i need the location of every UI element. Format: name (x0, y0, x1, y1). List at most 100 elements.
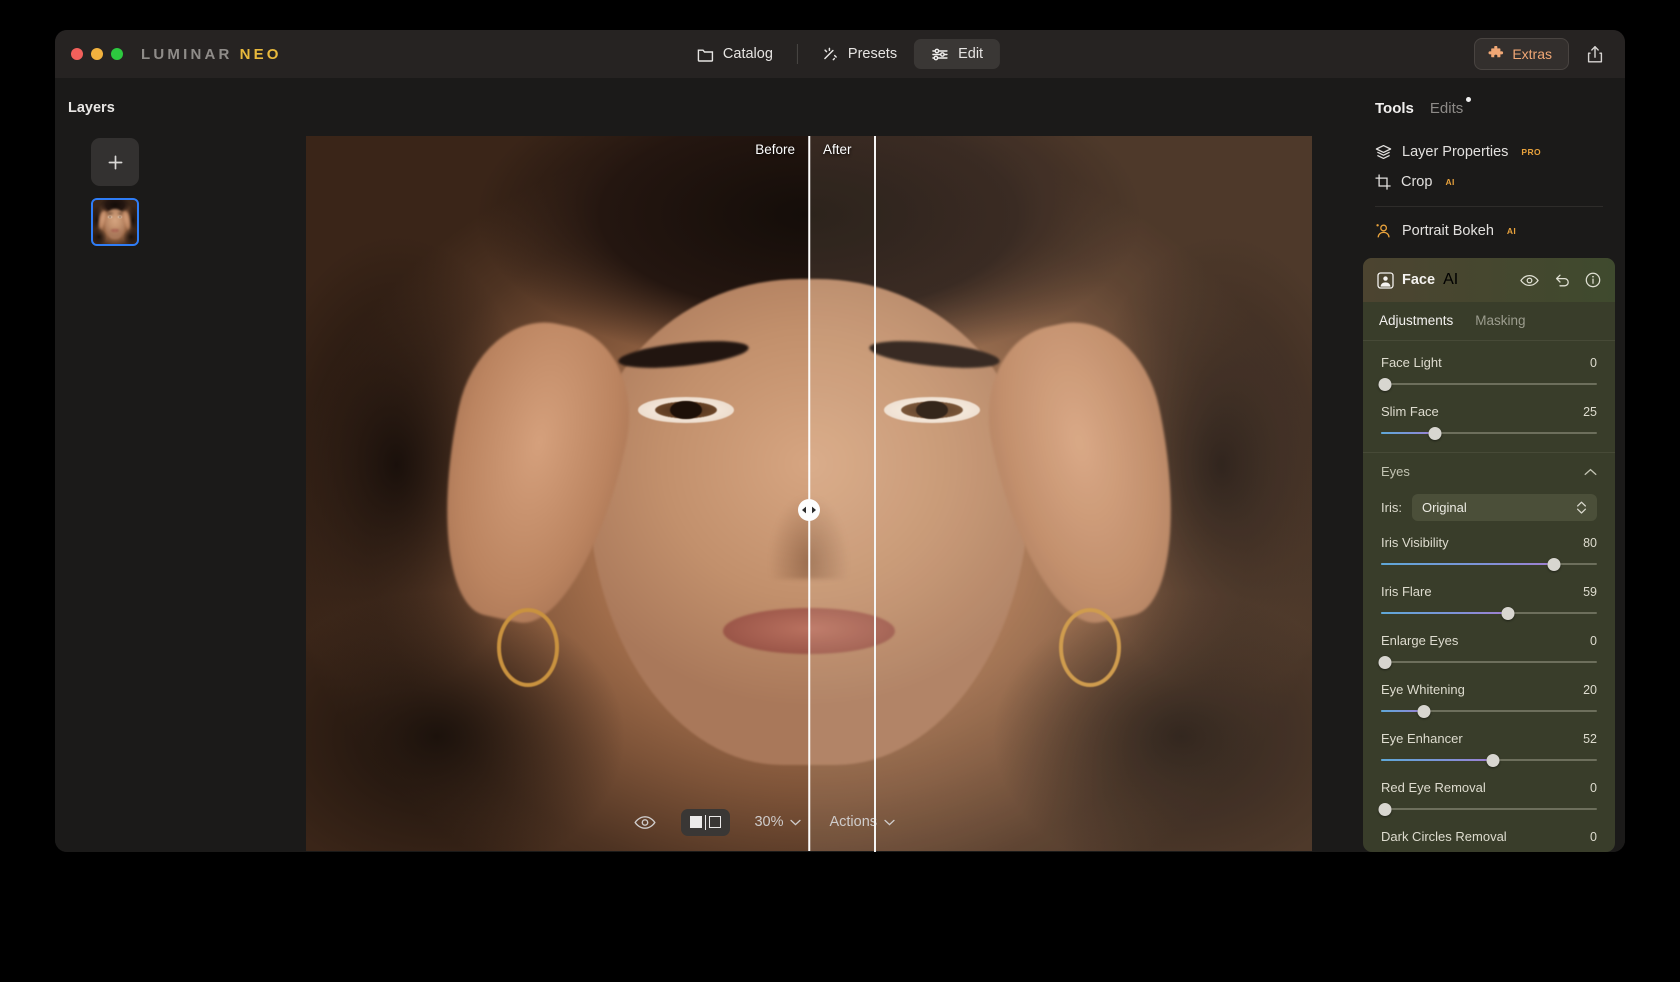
slider-iris-visibility-label: Iris Visibility (1381, 535, 1449, 550)
slider-enlarge-eyes-value: 0 (1590, 634, 1597, 648)
reset-undo-icon[interactable] (1554, 273, 1570, 287)
chevron-up-icon (1584, 468, 1597, 476)
eyes-sliders: Iris Visibility 80 Iris Flare 59 (1363, 535, 1615, 852)
section-header-eyes[interactable]: Eyes (1363, 452, 1615, 490)
slider-eye-enhancer-label: Eye Enhancer (1381, 731, 1463, 746)
app-logo: LUMINAR NEO (141, 46, 282, 63)
slider-iris-flare-value: 59 (1583, 585, 1597, 599)
slider-iris-visibility-track[interactable] (1381, 557, 1597, 571)
edits-notification-dot (1466, 97, 1471, 102)
window-controls (71, 48, 123, 60)
close-button[interactable] (71, 48, 83, 60)
minimize-button[interactable] (91, 48, 103, 60)
folder-icon (697, 47, 714, 62)
slider-slim-face-label: Slim Face (1381, 404, 1439, 419)
slider-eye-enhancer: Eye Enhancer 52 (1381, 731, 1597, 767)
face-tool-header[interactable]: Face AI (1363, 258, 1615, 302)
slider-iris-flare-track[interactable] (1381, 606, 1597, 620)
iris-select[interactable]: Original (1412, 494, 1597, 521)
tools-divider (1375, 206, 1603, 207)
compare-mode-button[interactable] (681, 809, 731, 836)
slider-enlarge-eyes: Enlarge Eyes 0 (1381, 633, 1597, 669)
tool-layer-properties-badge: PRO (1521, 147, 1541, 157)
canvas-area: Before After (175, 78, 1353, 852)
face-subtabs: Adjustments Masking (1363, 302, 1615, 341)
tool-crop-badge: AI (1445, 177, 1454, 187)
iris-select-value: Original (1422, 500, 1467, 515)
add-layer-button[interactable] (91, 138, 139, 186)
photo-after-half (809, 136, 1312, 851)
layer-thumbnail-portrait[interactable] (91, 198, 139, 246)
eye-icon (634, 815, 656, 830)
photo-before-half (306, 136, 809, 851)
section-eyes-title: Eyes (1381, 464, 1410, 479)
tool-layer-properties[interactable]: Layer Properties PRO (1353, 137, 1625, 167)
titlebar-right-actions: Extras (1474, 38, 1607, 70)
tab-presets[interactable]: Presets (805, 39, 914, 69)
face-adjustments-scroll: Face Light 0 Slim Face (1363, 341, 1615, 852)
slider-eye-whitening-label: Eye Whitening (1381, 682, 1465, 697)
compare-divider (808, 136, 810, 851)
face-tool-title: Face (1402, 272, 1435, 288)
face-top-sliders: Face Light 0 Slim Face (1363, 341, 1615, 452)
actions-dropdown[interactable]: Actions (825, 809, 899, 835)
slider-red-eye-removal-value: 0 (1590, 781, 1597, 795)
tool-layer-properties-label: Layer Properties (1402, 144, 1508, 160)
bottom-toolbar: 30% Actions (175, 792, 1353, 852)
zoom-level-value: 30% (754, 814, 783, 830)
tools-panel: Tools Edits Layer Properties PRO (1353, 78, 1625, 852)
photo-preview[interactable]: Before After (306, 136, 1312, 851)
puzzle-piece-icon (1488, 46, 1504, 62)
subtab-masking[interactable]: Masking (1475, 313, 1525, 328)
extras-button[interactable]: Extras (1474, 38, 1569, 70)
zoom-level-dropdown[interactable]: 30% (750, 809, 805, 835)
iris-selector-row: Iris: Original (1363, 490, 1615, 535)
subtab-adjustments[interactable]: Adjustments (1379, 313, 1453, 328)
slider-red-eye-removal: Red Eye Removal 0 (1381, 780, 1597, 816)
slider-iris-flare-label: Iris Flare (1381, 584, 1432, 599)
tab-catalog-label: Catalog (723, 46, 773, 62)
face-portrait-icon (1377, 272, 1394, 289)
tab-edit[interactable]: Edit (914, 39, 1000, 69)
tab-tools[interactable]: Tools (1375, 100, 1414, 117)
slider-red-eye-removal-label: Red Eye Removal (1381, 780, 1486, 795)
slider-slim-face-track[interactable] (1381, 426, 1597, 440)
slider-dark-circles-removal-value: 0 (1590, 830, 1597, 844)
tab-edits-label: Edits (1430, 100, 1463, 117)
share-button[interactable] (1583, 42, 1607, 67)
info-icon[interactable] (1585, 272, 1601, 288)
slider-slim-face: Slim Face 25 (1381, 404, 1597, 440)
tool-crop[interactable]: Crop AI (1353, 167, 1625, 197)
slider-dark-circles-removal-track[interactable] (1381, 851, 1597, 852)
tool-portrait-bokeh-label: Portrait Bokeh (1402, 223, 1494, 239)
slider-face-light: Face Light 0 (1381, 355, 1597, 391)
eye-icon[interactable] (1520, 274, 1539, 287)
slider-dark-circles-removal: Dark Circles Removal 0 (1381, 829, 1597, 852)
main-navigation-tabs: Catalog Presets (680, 39, 1000, 69)
layers-panel: Layers (55, 78, 175, 852)
maximize-button[interactable] (111, 48, 123, 60)
plus-icon (106, 153, 125, 172)
face-tool-card: Face AI (1363, 258, 1615, 852)
slider-eye-whitening-track[interactable] (1381, 704, 1597, 718)
split-view-icon (690, 815, 722, 830)
luminar-neo-window: LUMINAR NEO Catalog (55, 30, 1625, 852)
main-body: Layers (55, 78, 1625, 852)
preview-visibility-toggle[interactable] (629, 810, 661, 835)
slider-enlarge-eyes-track[interactable] (1381, 655, 1597, 669)
tab-presets-label: Presets (848, 46, 897, 62)
slider-red-eye-removal-track[interactable] (1381, 802, 1597, 816)
after-label: After (823, 142, 852, 157)
tool-portrait-bokeh[interactable]: Portrait Bokeh AI (1353, 216, 1625, 246)
tab-catalog[interactable]: Catalog (680, 39, 790, 69)
slider-eye-enhancer-track[interactable] (1381, 753, 1597, 767)
actions-label: Actions (829, 814, 877, 830)
tab-edits[interactable]: Edits (1430, 100, 1463, 117)
share-icon (1586, 45, 1604, 64)
compare-drag-handle[interactable] (798, 499, 820, 521)
slider-eye-whitening-value: 20 (1583, 683, 1597, 697)
sliders-icon (931, 47, 949, 62)
slider-dark-circles-removal-label: Dark Circles Removal (1381, 829, 1507, 844)
slider-face-light-track[interactable] (1381, 377, 1597, 391)
chevron-down-icon (790, 819, 801, 826)
